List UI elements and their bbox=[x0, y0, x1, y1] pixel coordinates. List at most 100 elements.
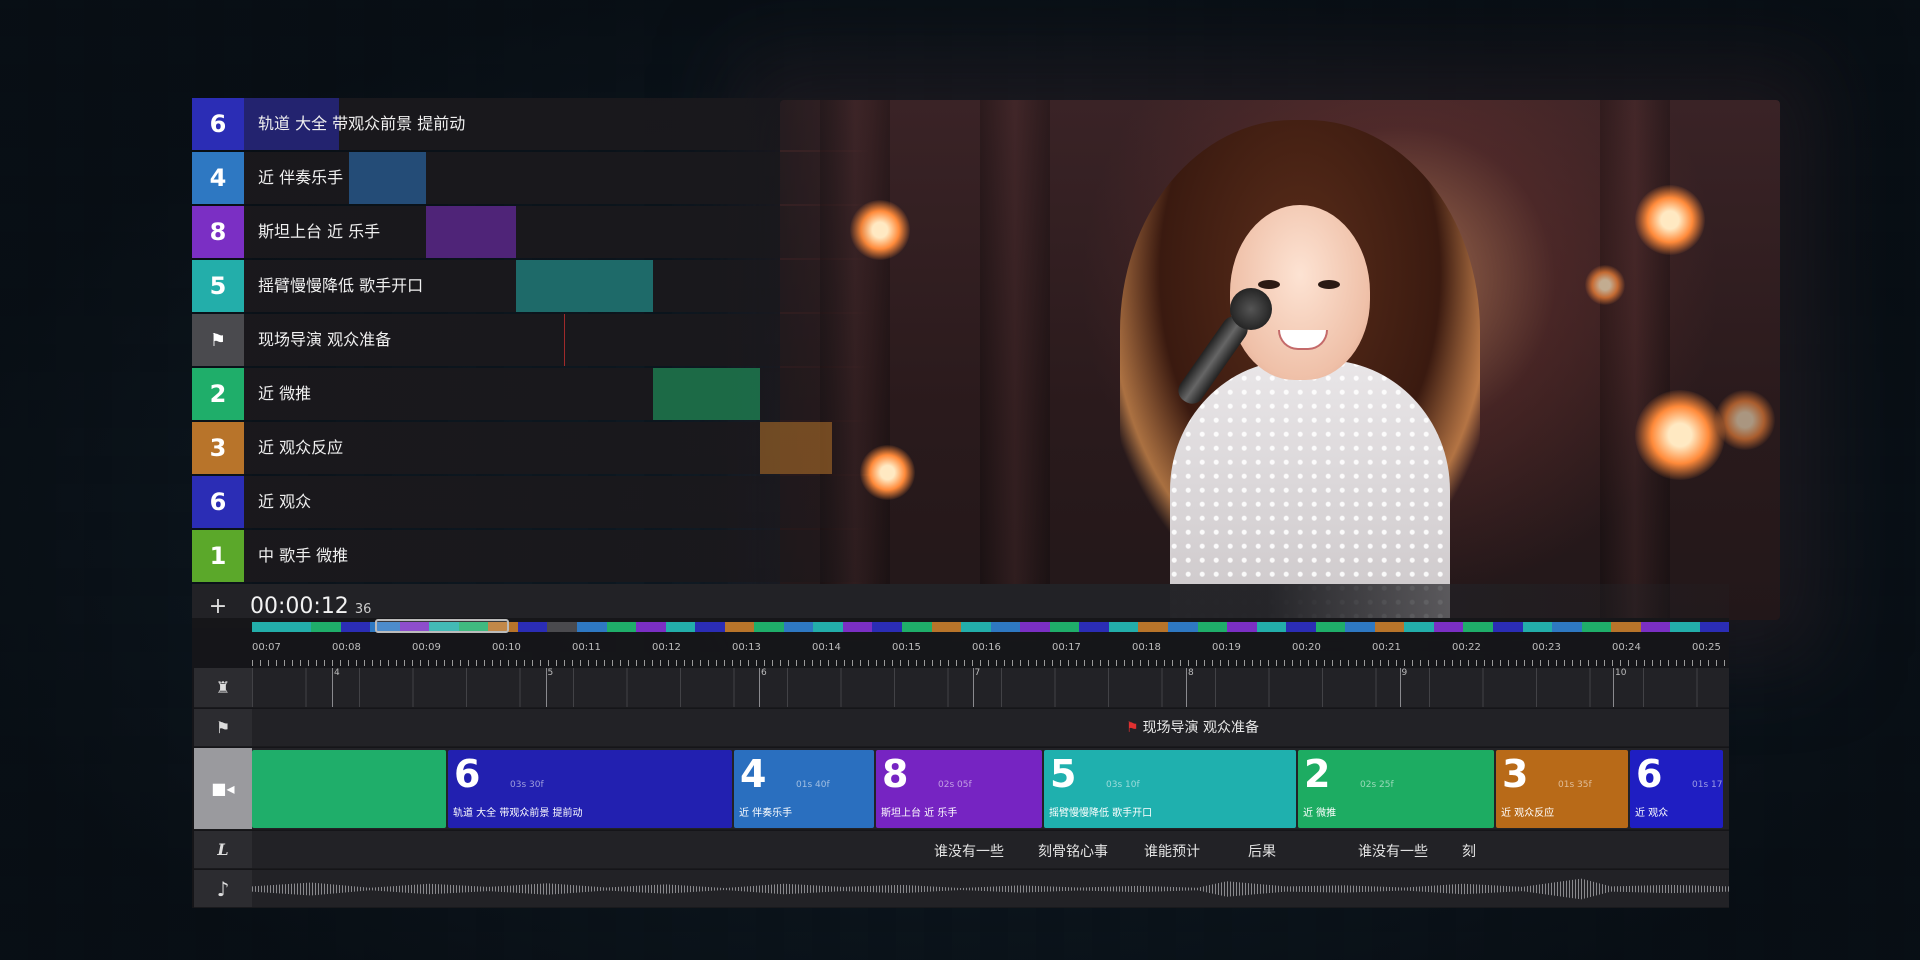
lyrics-icon[interactable]: L bbox=[194, 831, 252, 869]
ruler-time-label: 00:14 bbox=[812, 642, 841, 653]
track-row[interactable]: 4 近 伴奏乐手 bbox=[192, 152, 872, 204]
beat-grid-lane[interactable]: 4 5 6 7 8 9 10 bbox=[252, 668, 1729, 708]
camera-icon[interactable]: ■◂ bbox=[194, 748, 252, 830]
track-duration-block bbox=[516, 260, 653, 312]
track-row[interactable]: 1 中 歌手 微推 bbox=[192, 530, 872, 582]
video-preview[interactable] bbox=[780, 100, 1780, 620]
video-clip-lane[interactable]: 6 03s 30f 轨道 大全 带观众前景 提前动 4 01s 40f 近 伴奏乐手 8 02… bbox=[252, 748, 1729, 830]
overview-segment bbox=[547, 622, 578, 632]
track-row[interactable]: 8 斯坦上台 近 乐手 bbox=[192, 206, 872, 258]
marker-label[interactable]: 现场导演 观众准备 bbox=[1126, 717, 1259, 737]
lyric-line[interactable]: 谁没有一些 bbox=[934, 841, 1004, 861]
overview-segment bbox=[311, 622, 341, 632]
video-clip[interactable]: 6 03s 30f 轨道 大全 带观众前景 提前动 bbox=[448, 750, 732, 828]
ruler-time-label: 00:09 bbox=[412, 642, 441, 653]
track-label: 斯坦上台 近 乐手 bbox=[258, 222, 381, 241]
track-number: 2 bbox=[192, 368, 244, 420]
track-row[interactable]: ⚑ 现场导演 观众准备 bbox=[192, 314, 872, 366]
overview-segment bbox=[1138, 622, 1168, 632]
lyric-line[interactable]: 刻 bbox=[1462, 841, 1476, 861]
overview-segment bbox=[990, 622, 1021, 632]
clip-label: 摇臂慢慢降低 歌手开口 bbox=[1049, 808, 1153, 819]
track-row[interactable]: 3 近 观众反应 bbox=[192, 422, 872, 474]
shot-list: 6 轨道 大全 带观众前景 提前动 4 近 伴奏乐手 8 斯坦上台 近 乐手 5… bbox=[192, 98, 1729, 628]
track-number: 3 bbox=[192, 422, 244, 474]
overview-segment bbox=[1463, 622, 1493, 632]
bar-line bbox=[972, 668, 974, 707]
overview-segment bbox=[1670, 622, 1700, 632]
lyric-line[interactable]: 刻骨铭心事 bbox=[1038, 841, 1108, 861]
bar-number: 8 bbox=[1188, 668, 1194, 678]
overview-segment bbox=[1079, 622, 1109, 632]
video-clip[interactable]: 4 01s 40f 近 伴奏乐手 bbox=[734, 750, 874, 828]
clip-number: 6 bbox=[1636, 752, 1663, 796]
overview-segment bbox=[754, 622, 784, 632]
overview-segment bbox=[1315, 622, 1346, 632]
track-label: 摇臂慢慢降低 歌手开口 bbox=[258, 276, 424, 295]
ruler-time-label: 00:11 bbox=[572, 642, 601, 653]
clip-number: 6 bbox=[454, 752, 481, 796]
overview-segment bbox=[961, 622, 991, 632]
stage-light bbox=[1585, 265, 1625, 305]
ruler-time-label: 00:18 bbox=[1132, 642, 1161, 653]
audio-waveform-lane[interactable] bbox=[252, 870, 1729, 908]
clip-number: 8 bbox=[882, 752, 909, 796]
marker-lane: ⚑ 现场导演 观众准备 bbox=[192, 709, 1729, 747]
music-note-icon[interactable]: ♪ bbox=[194, 870, 252, 908]
ruler-time-label: 00:16 bbox=[972, 642, 1001, 653]
ruler-time-label: 00:23 bbox=[1532, 642, 1561, 653]
overview-segment bbox=[1552, 622, 1582, 632]
timeline: 00:07 00:08 00:09 00:10 00:11 00:12 00:13 00:14… bbox=[192, 618, 1730, 908]
track-label: 轨道 大全 带观众前景 提前动 bbox=[258, 114, 466, 133]
time-ruler[interactable]: 00:07 00:08 00:09 00:10 00:11 00:12 00:13 00:14… bbox=[252, 636, 1729, 666]
overview-segment bbox=[665, 622, 696, 632]
clip-duration: 01s 17 bbox=[1692, 780, 1723, 790]
track-number: 4 bbox=[192, 152, 244, 204]
clip-duration: 01s 35f bbox=[1558, 780, 1592, 790]
video-clip[interactable] bbox=[252, 750, 446, 828]
video-clip[interactable]: 8 02s 05f 斯坦上台 近 乐手 bbox=[876, 750, 1042, 828]
overview-segment bbox=[517, 622, 548, 632]
overview-segment bbox=[340, 622, 371, 632]
track-label: 近 观众反应 bbox=[258, 438, 344, 457]
marker-lane-body[interactable]: 现场导演 观众准备 bbox=[252, 709, 1729, 747]
overview-segment bbox=[813, 622, 843, 632]
audio-waveform bbox=[252, 878, 1729, 900]
ruler-time-label: 00:10 bbox=[492, 642, 521, 653]
flag-icon: ⚑ bbox=[192, 314, 244, 366]
overview-segment bbox=[1227, 622, 1257, 632]
stage-curtain bbox=[1600, 100, 1670, 620]
overview-segment bbox=[695, 622, 725, 632]
clip-number: 5 bbox=[1050, 752, 1077, 796]
track-row[interactable]: 5 摇臂慢慢降低 歌手开口 bbox=[192, 260, 872, 312]
lyric-line[interactable]: 后果 bbox=[1248, 841, 1276, 861]
video-clip[interactable]: 5 03s 10f 摇臂慢慢降低 歌手开口 bbox=[1044, 750, 1296, 828]
overview-segment bbox=[1374, 622, 1405, 632]
track-duration-block bbox=[760, 422, 832, 474]
overview-segment bbox=[252, 622, 282, 632]
track-row[interactable]: 2 近 微推 bbox=[192, 368, 872, 420]
add-track-button[interactable]: + bbox=[192, 594, 244, 619]
track-label: 中 歌手 微推 bbox=[258, 546, 349, 565]
overview-segment bbox=[1108, 622, 1139, 632]
overview-viewport-handle[interactable] bbox=[375, 619, 509, 633]
stage-light bbox=[1635, 390, 1725, 480]
bar-number: 6 bbox=[761, 668, 767, 678]
video-clip[interactable]: 3 01s 35f 近 观众反应 bbox=[1496, 750, 1628, 828]
video-clip[interactable]: 6 01s 17 近 观众 bbox=[1630, 750, 1723, 828]
clip-duration: 02s 25f bbox=[1360, 780, 1394, 790]
track-duration-block bbox=[349, 152, 426, 204]
overview-segment bbox=[931, 622, 962, 632]
lyrics-lane-body[interactable]: 谁没有一些 刻骨铭心事 谁能预计 后果 谁没有一些 刻 bbox=[252, 831, 1729, 869]
lyric-line[interactable]: 谁能预计 bbox=[1144, 841, 1200, 861]
lyric-line[interactable]: 谁没有一些 bbox=[1358, 841, 1428, 861]
video-clip[interactable]: 2 02s 25f 近 微推 bbox=[1298, 750, 1494, 828]
overview-segment bbox=[281, 622, 312, 632]
singer-dress bbox=[1170, 360, 1450, 620]
flag-icon[interactable]: ⚑ bbox=[194, 709, 252, 747]
track-row[interactable]: 6 轨道 大全 带观众前景 提前动 bbox=[192, 98, 872, 150]
metronome-icon[interactable]: ♜ bbox=[194, 668, 252, 708]
track-row[interactable]: 6 近 观众 bbox=[192, 476, 872, 528]
track-label: 近 伴奏乐手 bbox=[258, 168, 344, 187]
overview-segment bbox=[577, 622, 607, 632]
